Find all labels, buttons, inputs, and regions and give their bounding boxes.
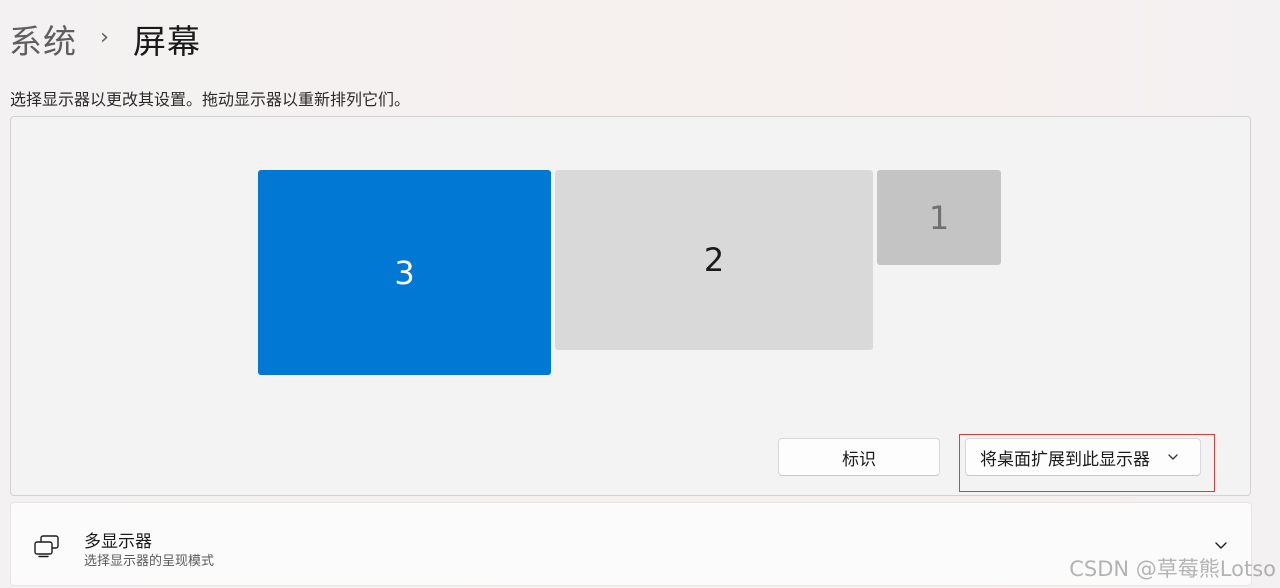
watermark-text: CSDN @草莓熊Lotso (1069, 557, 1276, 581)
extend-desktop-label: 将桌面扩展到此显示器 (980, 449, 1150, 470)
monitor-2-label: 2 (703, 241, 725, 279)
multiple-displays-subtitle: 选择显示器的呈现模式 (84, 554, 215, 569)
identify-button[interactable]: 标识 (778, 438, 940, 476)
monitor-3-label: 3 (394, 253, 415, 292)
breadcrumb-separator-icon: › (100, 24, 110, 50)
chevron-down-icon (1168, 454, 1178, 460)
breadcrumb-parent-system[interactable]: 系统 (9, 15, 77, 63)
monitor-2[interactable]: 2 (555, 170, 873, 350)
page-title: 屏幕 (133, 22, 201, 61)
monitor-1[interactable]: 1 (877, 170, 1001, 265)
multiple-displays-icon (34, 535, 59, 558)
breadcrumb: 系统 › 屏幕 (9, 14, 201, 64)
monitor-3[interactable]: 3 (258, 170, 551, 375)
multiple-displays-card[interactable]: 多显示器 选择显示器的呈现模式 (10, 502, 1252, 586)
display-arrangement-panel: 3 2 1 标识 将桌面扩展到此显示器 (10, 116, 1251, 496)
identify-button-label: 标识 (842, 449, 876, 470)
arrange-description: 选择显示器以更改其设置。拖动显示器以重新排列它们。 (10, 90, 411, 109)
chevron-down-icon[interactable] (1213, 537, 1229, 553)
monitor-1-label: 1 (928, 198, 950, 237)
multiple-displays-title: 多显示器 (84, 532, 152, 552)
extend-desktop-dropdown[interactable]: 将桌面扩展到此显示器 (965, 438, 1201, 476)
